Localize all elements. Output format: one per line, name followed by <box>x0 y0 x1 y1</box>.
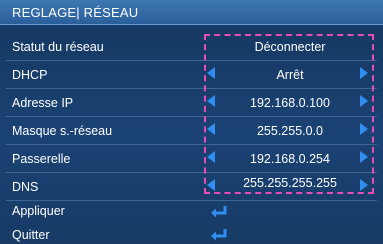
dns-label: DNS <box>12 180 39 194</box>
network-status-label: Statut du réseau <box>12 40 104 54</box>
gateway-label: Passerelle <box>12 152 71 166</box>
quit-label: Quitter <box>12 228 50 242</box>
page-title: REGLAGE| RÉSEAU <box>12 5 139 20</box>
selection-frame <box>204 34 374 194</box>
network-settings-osd: REGLAGE| RÉSEAU Statut du réseau Déconne… <box>0 0 383 244</box>
subnet-mask-label: Masque s.-réseau <box>12 124 113 138</box>
menu-row-apply[interactable]: Appliquer <box>0 201 383 223</box>
enter-icon[interactable] <box>210 228 228 242</box>
menu-row-quit[interactable]: Quitter <box>0 223 383 244</box>
dhcp-label: DHCP <box>12 68 48 82</box>
enter-icon[interactable] <box>210 205 228 219</box>
apply-label: Appliquer <box>12 204 65 218</box>
ip-address-label: Adresse IP <box>12 96 74 110</box>
osd-header: REGLAGE| RÉSEAU <box>0 0 383 25</box>
